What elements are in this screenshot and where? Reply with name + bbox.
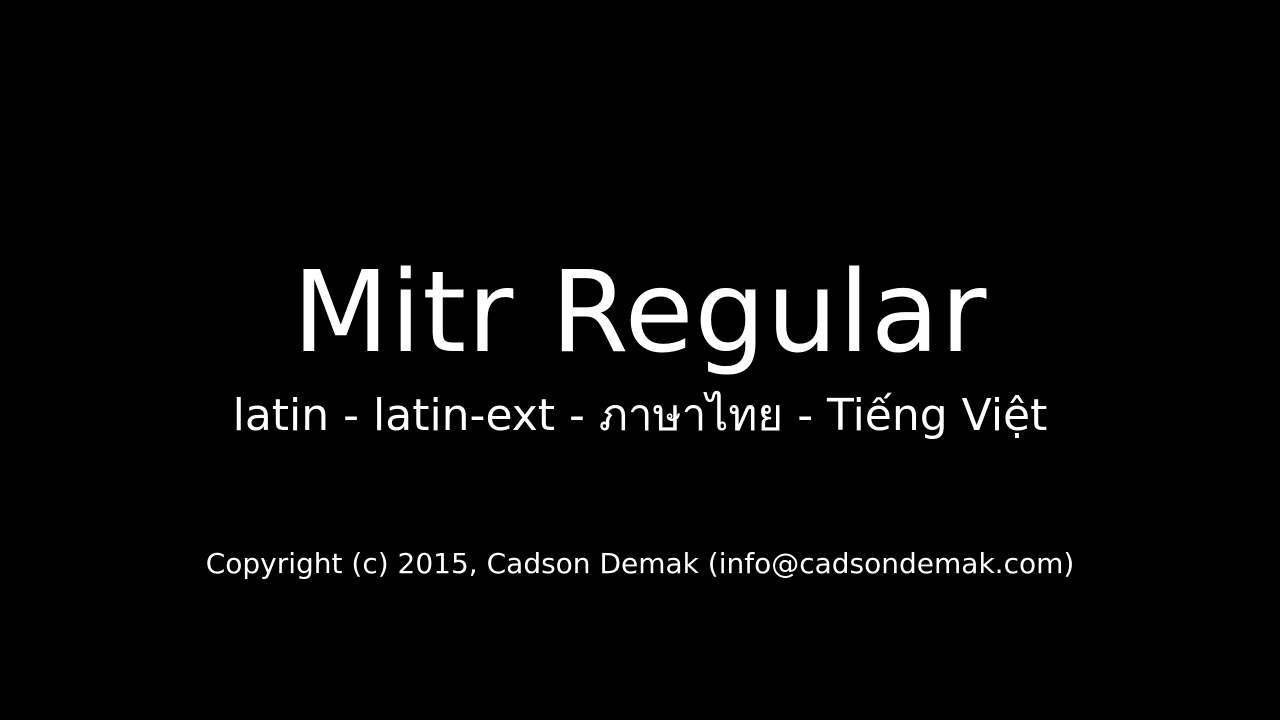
copyright-notice: Copyright (c) 2015, Cadson Demak (info@c…	[205, 547, 1075, 580]
font-name-title: Mitr Regular	[292, 248, 988, 378]
supported-scripts-line: latin - latin-ext - ภาษาไทย - Tiếng Việt	[232, 390, 1048, 441]
font-specimen-canvas: Mitr Regular latin - latin-ext - ภาษาไทย…	[0, 0, 1280, 720]
